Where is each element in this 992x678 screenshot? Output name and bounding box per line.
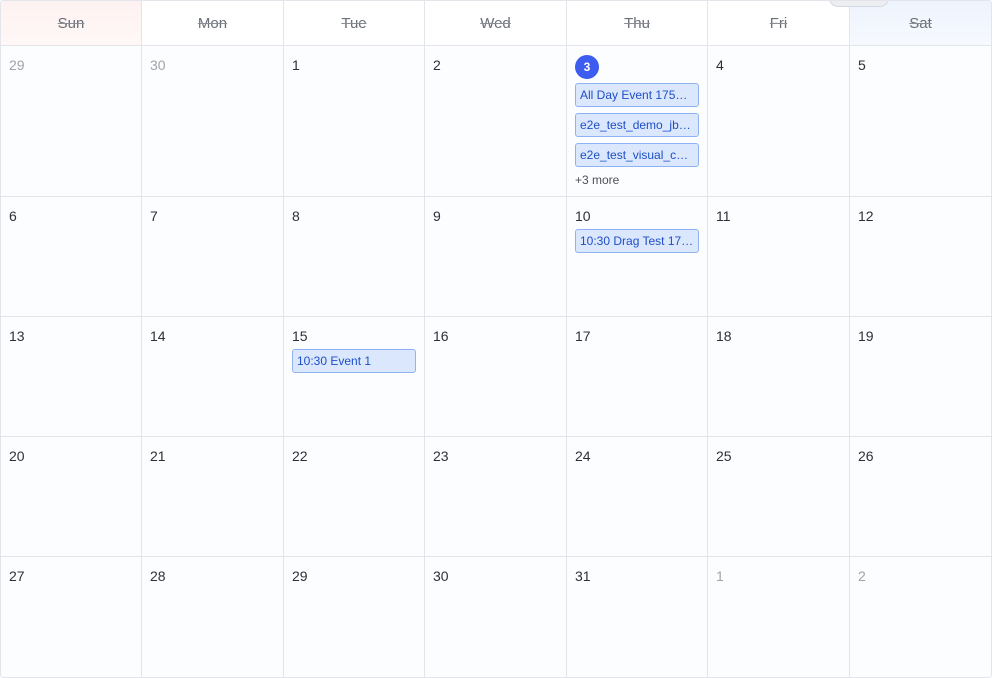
day-cell[interactable]: 17 [567,317,708,436]
day-cell[interactable]: 22 [284,437,425,556]
event-chip[interactable]: e2e_test_visual_c… [575,143,699,167]
weekday-mon: Mon [142,1,284,45]
day-number: 15 [292,328,308,344]
weekday-fri: Fri [708,1,850,45]
day-cell[interactable]: 29 [1,46,142,196]
week-row: 29 30 1 2 3 All Day Event 1751… e2e_test… [1,46,991,197]
day-number: 16 [433,328,449,344]
event-list: All Day Event 1751… e2e_test_demo_jb… e2… [575,83,699,167]
day-number: 29 [292,568,308,584]
day-cell[interactable]: 30 [142,46,284,196]
day-number: 13 [9,328,25,344]
day-number: 8 [292,208,300,224]
day-number: 18 [716,328,732,344]
day-number: 28 [150,568,166,584]
day-number: 11 [716,208,731,224]
day-number: 30 [150,57,166,73]
month-calendar: Sun Mon Tue Wed Thu Fri Sat 29 30 1 2 3 … [0,0,992,678]
weekday-tue: Tue [284,1,425,45]
event-chip[interactable]: All Day Event 1751… [575,83,699,107]
weekday-header: Sun Mon Tue Wed Thu Fri Sat [1,1,991,46]
day-number: 27 [9,568,25,584]
week-row: 20 21 22 23 24 25 26 [1,437,991,557]
day-cell[interactable]: 29 [284,557,425,677]
day-cell[interactable]: 8 [284,197,425,316]
day-number: 23 [433,448,449,464]
day-cell[interactable]: 10 10:30 Drag Test 17… [567,197,708,316]
day-cell[interactable]: 28 [142,557,284,677]
day-cell[interactable]: 7 [142,197,284,316]
day-number: 20 [9,448,25,464]
event-list: 10:30 Event 1 [292,349,416,373]
weekday-thu: Thu [567,1,708,45]
day-cell[interactable]: 26 [850,437,991,556]
event-chip[interactable]: 10:30 Drag Test 17… [575,229,699,253]
weekday-wed: Wed [425,1,567,45]
day-cell[interactable]: 25 [708,437,850,556]
day-cell[interactable]: 4 [708,46,850,196]
day-cell[interactable]: 1 [284,46,425,196]
day-number: 12 [858,208,874,224]
day-number: 1 [292,57,300,73]
day-number: 31 [575,568,591,584]
event-chip[interactable]: e2e_test_demo_jb… [575,113,699,137]
week-row: 6 7 8 9 10 10:30 Drag Test 17… 11 12 [1,197,991,317]
day-number: 14 [150,328,166,344]
week-row: 27 28 29 30 31 1 2 [1,557,991,677]
day-cell[interactable]: 30 [425,557,567,677]
day-cell[interactable]: 13 [1,317,142,436]
day-number: 9 [433,208,441,224]
day-number: 2 [433,57,441,73]
day-cell[interactable]: 9 [425,197,567,316]
view-toggle[interactable] [829,1,889,7]
day-number: 19 [858,328,874,344]
event-chip[interactable]: 10:30 Event 1 [292,349,416,373]
day-cell[interactable]: 24 [567,437,708,556]
day-number: 30 [433,568,449,584]
day-cell[interactable]: 23 [425,437,567,556]
day-cell[interactable]: 12 [850,197,991,316]
day-cell[interactable]: 2 [425,46,567,196]
day-number: 1 [716,568,724,584]
day-number: 24 [575,448,591,464]
day-number: 26 [858,448,874,464]
day-cell[interactable]: 6 [1,197,142,316]
day-number: 5 [858,57,866,73]
day-cell[interactable]: 1 [708,557,850,677]
day-cell[interactable]: 16 [425,317,567,436]
more-events-link[interactable]: +3 more [575,173,699,187]
day-number: 21 [150,448,166,464]
day-cell[interactable]: 20 [1,437,142,556]
weekday-sun: Sun [1,1,142,45]
day-number: 2 [858,568,866,584]
day-number: 17 [575,328,591,344]
week-row: 13 14 15 10:30 Event 1 16 17 18 19 [1,317,991,437]
day-cell[interactable]: 19 [850,317,991,436]
day-number: 10 [575,208,591,224]
day-cell[interactable]: 15 10:30 Event 1 [284,317,425,436]
day-number: 25 [716,448,732,464]
day-cell[interactable]: 11 [708,197,850,316]
day-number: 4 [716,57,724,73]
day-number: 6 [9,208,17,224]
day-cell[interactable]: 27 [1,557,142,677]
weekday-sat: Sat [850,1,991,45]
day-cell[interactable]: 31 [567,557,708,677]
day-cell[interactable]: 2 [850,557,991,677]
event-list: 10:30 Drag Test 17… [575,229,699,253]
day-cell[interactable]: 21 [142,437,284,556]
day-number: 22 [292,448,308,464]
today-badge: 3 [575,55,599,79]
day-cell[interactable]: 5 [850,46,991,196]
day-number: 7 [150,208,158,224]
day-cell[interactable]: 14 [142,317,284,436]
day-cell-today[interactable]: 3 All Day Event 1751… e2e_test_demo_jb… … [567,46,708,196]
day-cell[interactable]: 18 [708,317,850,436]
day-number: 29 [9,57,25,73]
